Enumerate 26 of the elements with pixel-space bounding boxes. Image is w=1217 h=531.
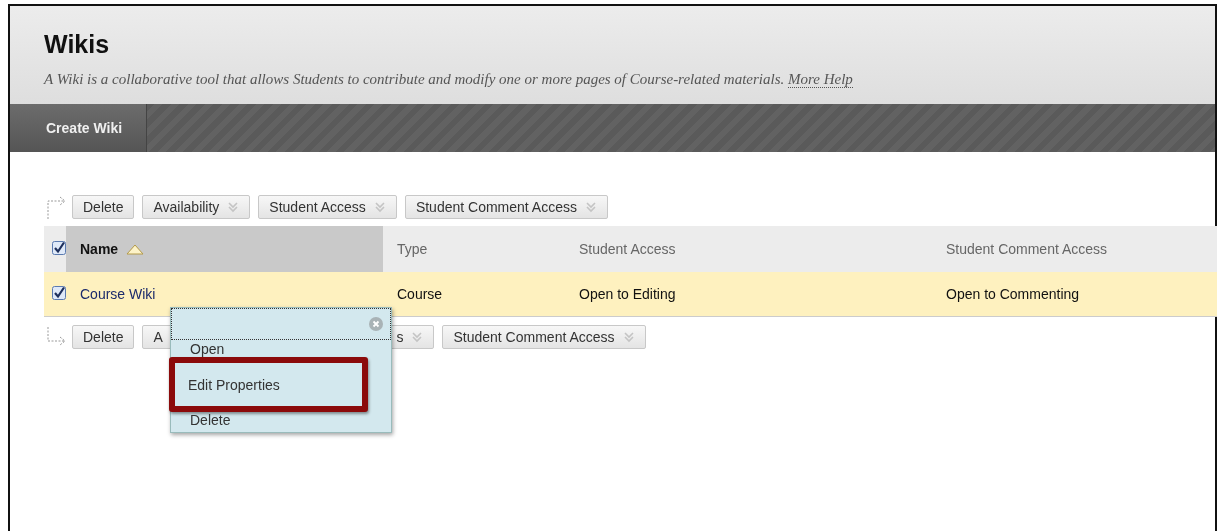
column-header[interactable]: Student Access [565,226,932,272]
page-title: Wikis [44,30,111,59]
wiki-link[interactable]: Course Wiki [80,286,156,302]
column-header[interactable]: Type [383,226,565,272]
menu-item[interactable]: Open [171,340,391,357]
toolbar-button[interactable]: Delete [72,325,135,349]
toolbar-button[interactable]: Availability [142,195,251,219]
toolbar-button[interactable]: Student Comment Access [442,325,646,349]
sort-ascending-icon [126,243,145,255]
create-wiki-button[interactable]: Create Wiki [10,104,148,152]
menu-item[interactable]: Edit Properties [169,357,368,412]
checkbox[interactable] [52,285,66,300]
column-header[interactable]: Student Comment Access [932,226,1217,272]
toolbar-button[interactable]: Delete [72,195,135,219]
table-cell: Open to Editing [579,286,676,302]
menu-item[interactable]: Delete [171,412,391,432]
page-description: A Wiki is a collaborative tool that allows Students to contribute and modify one or more pages of Course-related materials. More Help [44,71,854,88]
connector-arrow-icon [44,194,68,220]
column-header[interactable]: Name [66,226,383,272]
checkbox[interactable] [52,240,66,255]
table-cell: Course [397,286,443,302]
table-cell: Open to Commenting [946,286,1080,302]
connector-arrow-icon [44,326,68,348]
toolbar-button[interactable]: Student Comment Access [404,195,608,219]
more-help-link[interactable]: More Help [788,71,853,88]
toolbar-button[interactable]: Student Access [258,195,397,219]
